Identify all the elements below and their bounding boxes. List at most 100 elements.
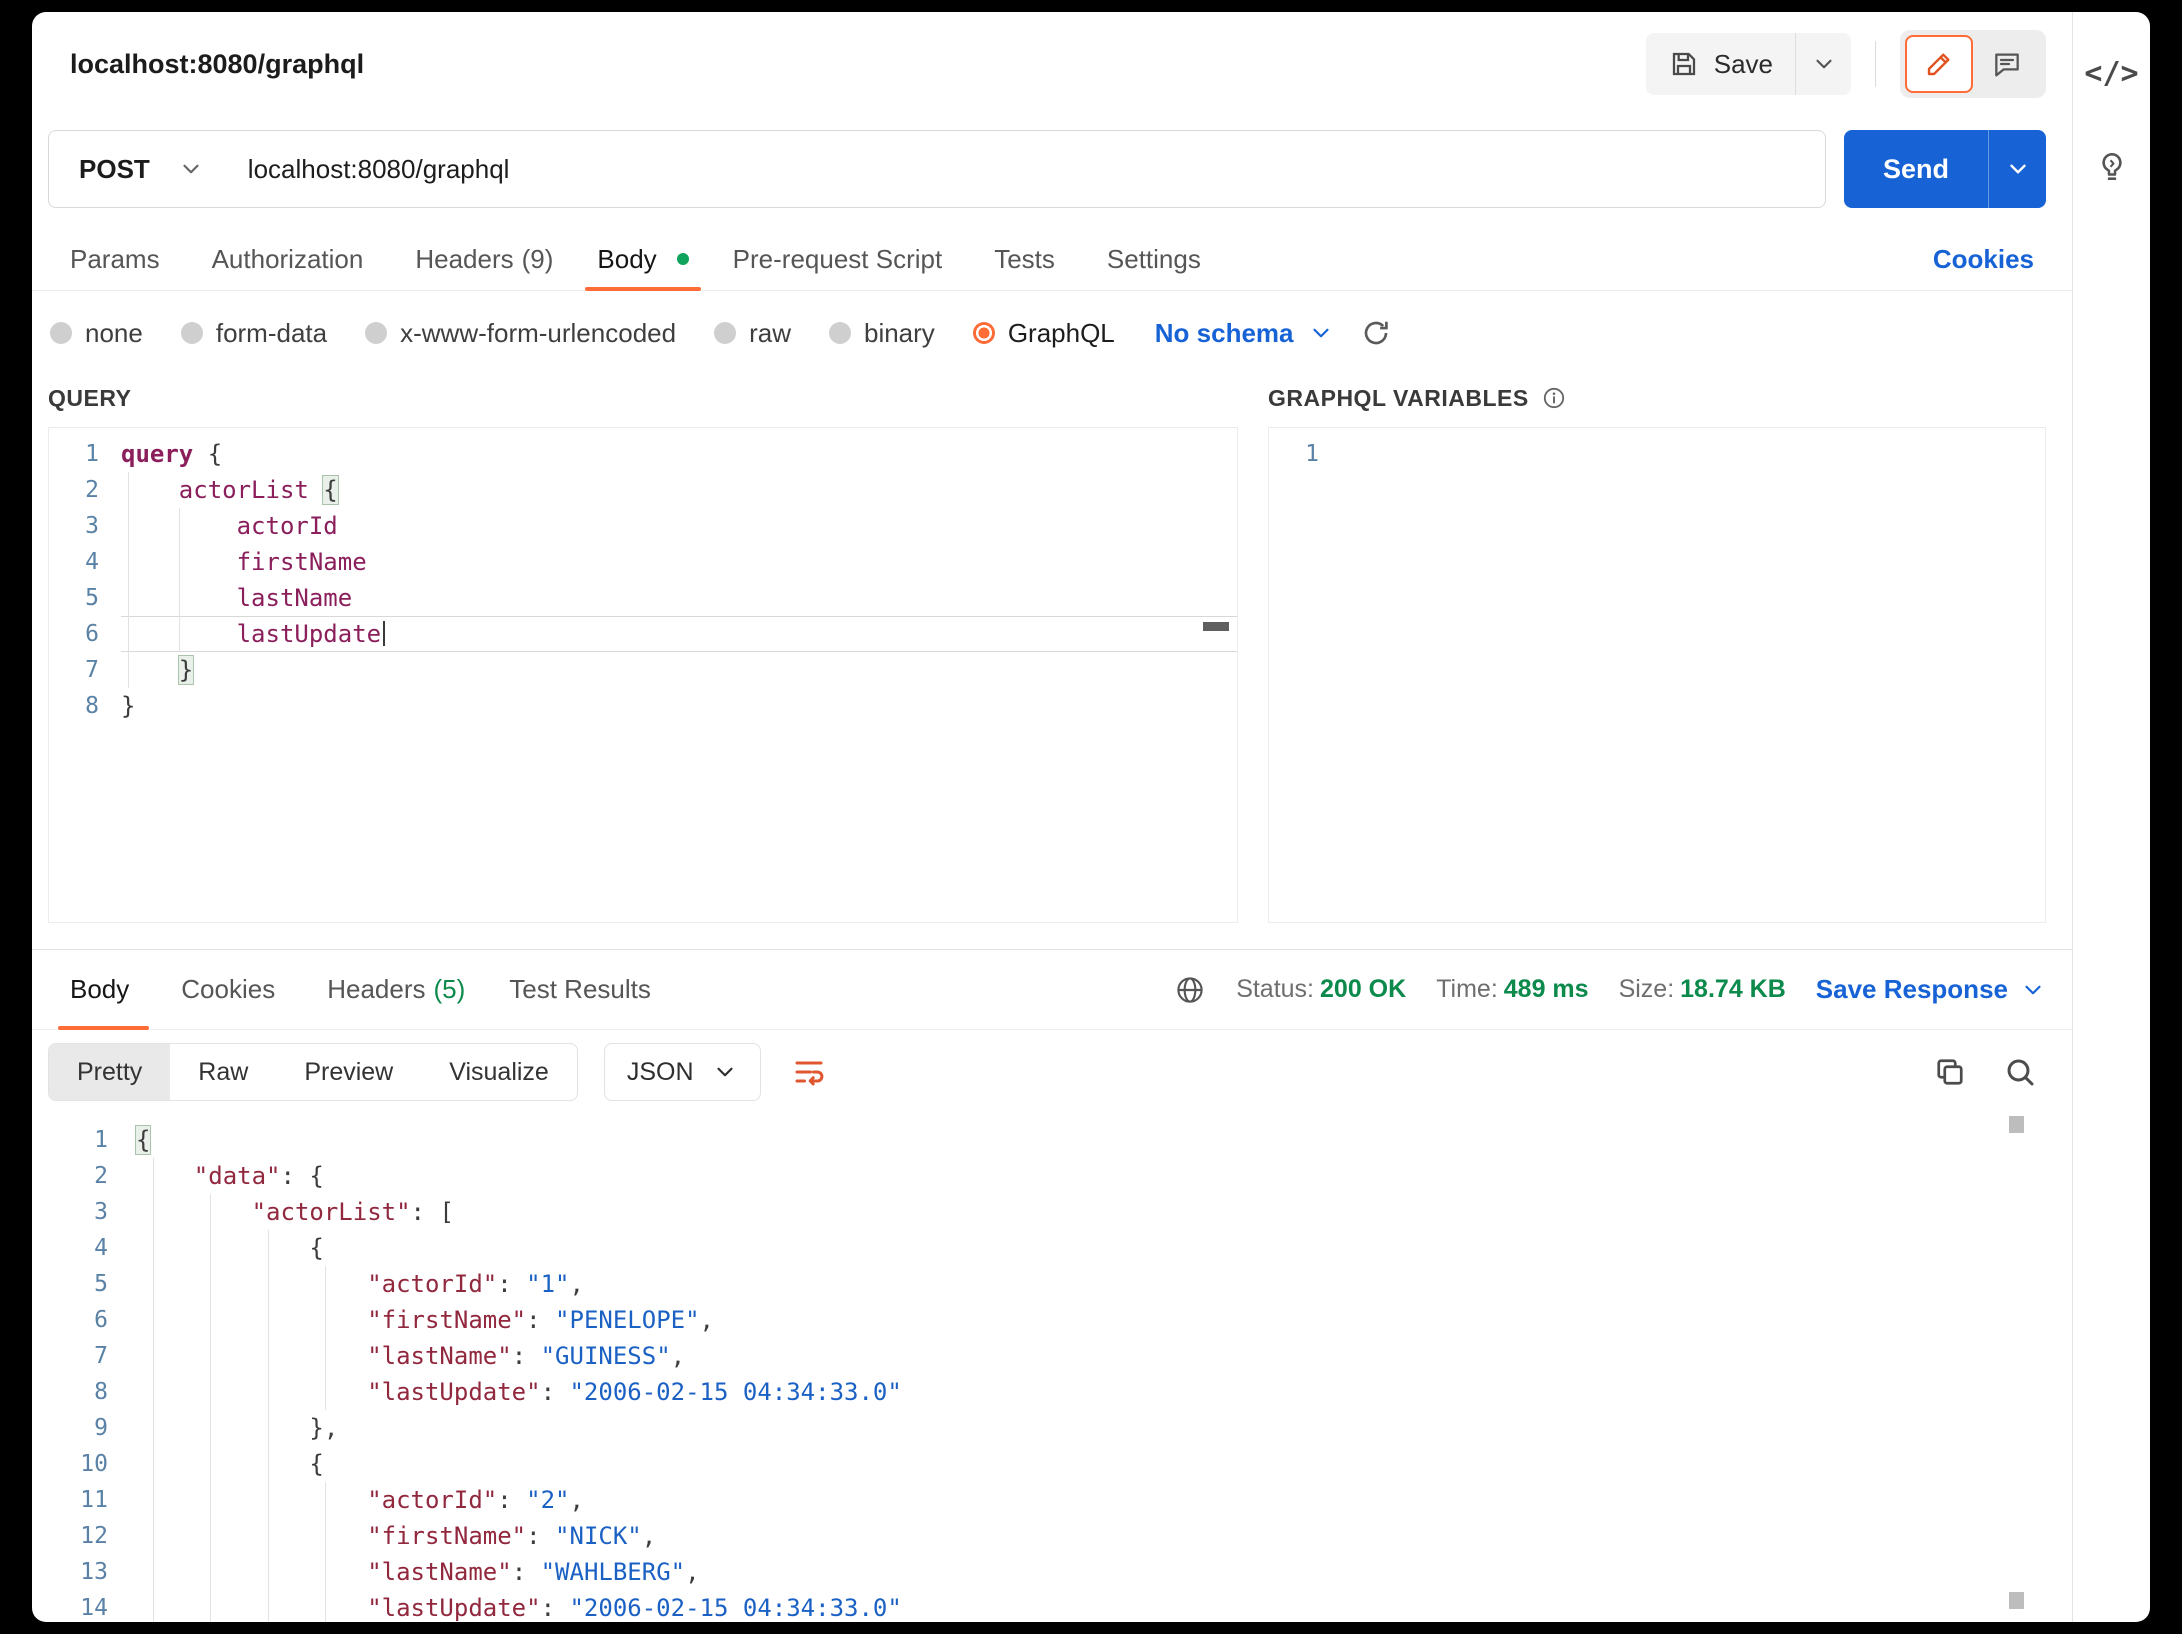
save-options-button[interactable] xyxy=(1795,33,1851,95)
response-body[interactable]: 1 { 2 "data": { 3 "actorList": [ xyxy=(32,1114,2072,1622)
format-select[interactable]: JSON xyxy=(604,1043,761,1101)
response-meta: Status:200 OK Time:489 ms Size:18.74 KB … xyxy=(1174,950,2046,1029)
line-number: 14 xyxy=(48,1590,136,1622)
line-number: 2 xyxy=(49,472,121,508)
line-number: 5 xyxy=(48,1266,136,1302)
view-mode-button[interactable]: Preview xyxy=(276,1044,421,1100)
body-type-radio[interactable]: binary xyxy=(829,318,935,349)
body-type-radio[interactable]: GraphQL xyxy=(973,318,1115,349)
code-line: 1 { xyxy=(48,1122,2072,1158)
code-text: "actorId": "2", xyxy=(136,1482,2072,1518)
indent-guide xyxy=(210,1194,211,1622)
code-line: 2 actorList { xyxy=(49,472,1237,508)
view-mode-button[interactable]: Raw xyxy=(170,1044,276,1100)
edit-request-button[interactable] xyxy=(1905,35,1973,93)
indent-guide xyxy=(268,1230,269,1622)
view-mode-button[interactable]: Visualize xyxy=(421,1044,577,1100)
body-type-radio[interactable]: raw xyxy=(714,318,791,349)
radio-label: form-data xyxy=(216,318,327,349)
info-icon xyxy=(1541,385,1567,411)
request-title: localhost:8080/graphql xyxy=(70,49,364,80)
indent-guide xyxy=(179,508,180,652)
code-snippet-button[interactable]: </> xyxy=(2084,56,2138,91)
request-tab[interactable]: Authorization xyxy=(190,228,394,290)
code-line: 6 "firstName": "PENELOPE", xyxy=(48,1302,2072,1338)
code-text: firstName xyxy=(121,544,1237,580)
code-text: "data": { xyxy=(136,1158,2072,1194)
code-text: actorList { xyxy=(121,472,1237,508)
comments-button[interactable] xyxy=(1973,35,2041,93)
cookies-link[interactable]: Cookies xyxy=(1925,244,2042,275)
response-tab[interactable]: Test Results xyxy=(487,950,681,1029)
line-number: 4 xyxy=(48,1230,136,1266)
status-badge: Status:200 OK xyxy=(1236,975,1406,1004)
code-line: 14 "lastUpdate": "2006-02-15 04:34:33.0" xyxy=(48,1590,2072,1622)
radio-icon xyxy=(181,322,203,344)
body-type-radio[interactable]: form-data xyxy=(181,318,327,349)
request-tab[interactable]: Body xyxy=(575,228,710,290)
divider xyxy=(1875,41,1876,87)
request-tab[interactable]: Tests xyxy=(972,228,1085,290)
variables-editor[interactable]: 1 xyxy=(1268,427,2046,923)
scrollbar-thumb[interactable] xyxy=(2009,1116,2024,1133)
line-number: 1 xyxy=(1269,436,1341,472)
refresh-schema-button[interactable] xyxy=(1360,317,1392,349)
body-type-row: none form-data x-www-form-urlencoded xyxy=(32,291,2072,361)
desktop: { "window": { "title": "localhost:8080/g… xyxy=(0,0,2182,1634)
wrap-lines-button[interactable] xyxy=(787,1050,831,1094)
tab-label: Params xyxy=(70,244,160,275)
tab-count: (5) xyxy=(433,974,465,1005)
radio-icon xyxy=(714,322,736,344)
method-select[interactable]: POST xyxy=(49,131,230,207)
line-number: 2 xyxy=(48,1158,136,1194)
response-tab[interactable]: Cookies xyxy=(159,950,305,1029)
send-button[interactable]: Send xyxy=(1844,130,1988,208)
code-text: "actorList": [ xyxy=(136,1194,2072,1230)
url-input[interactable] xyxy=(230,131,1825,207)
schema-select[interactable]: No schema xyxy=(1155,318,1334,349)
chevron-down-icon xyxy=(2005,156,2031,182)
code-text: { xyxy=(136,1122,2072,1158)
chevron-down-icon xyxy=(712,1059,738,1085)
body-type-radio[interactable]: x-www-form-urlencoded xyxy=(365,318,676,349)
request-bar: POST Send xyxy=(32,116,2072,208)
code-text: "lastUpdate": "2006-02-15 04:34:33.0" xyxy=(136,1590,2072,1622)
format-label: JSON xyxy=(627,1058,694,1087)
code-text: "firstName": "NICK", xyxy=(136,1518,2072,1554)
line-number: 3 xyxy=(49,508,121,544)
body-type-radio[interactable]: none xyxy=(50,318,143,349)
send-options-button[interactable] xyxy=(1988,130,2046,208)
right-sidebar: </> xyxy=(2072,12,2150,1622)
scrollbar-thumb[interactable] xyxy=(2009,1592,2024,1609)
request-tab[interactable]: Settings xyxy=(1085,228,1231,290)
request-tab[interactable]: Headers(9) xyxy=(393,228,575,290)
code-line: 5 "actorId": "1", xyxy=(48,1266,2072,1302)
line-number: 3 xyxy=(48,1194,136,1230)
tab-label: Body xyxy=(70,974,129,1005)
view-mode-button[interactable]: Pretty xyxy=(49,1044,170,1100)
code-line: 12 "firstName": "NICK", xyxy=(48,1518,2072,1554)
schema-label: No schema xyxy=(1155,318,1294,349)
code-line: 4 firstName xyxy=(49,544,1237,580)
response-tabs-list: Body Cookies Headers (5) Test Results xyxy=(48,950,681,1029)
response-tab[interactable]: Headers (5) xyxy=(305,950,487,1029)
save-button[interactable]: Save xyxy=(1646,33,1795,95)
graphql-editors: QUERY 1 query { 2 xyxy=(32,361,2072,923)
request-tabs: Params Authorization Headers(9) Body xyxy=(32,208,2072,291)
line-number: 6 xyxy=(48,1302,136,1338)
line-number: 1 xyxy=(48,1122,136,1158)
tab-label: Headers xyxy=(327,974,425,1005)
code-line: 8 } xyxy=(49,688,1237,724)
save-response-button[interactable]: Save Response xyxy=(1816,974,2046,1005)
hints-button[interactable] xyxy=(2094,149,2130,185)
code-line: 1 xyxy=(1269,436,2045,472)
code-line: 7 } xyxy=(49,652,1237,688)
query-editor[interactable]: 1 query { 2 actorList { 3 xyxy=(48,427,1238,923)
copy-button[interactable] xyxy=(1928,1050,1972,1094)
response-tab[interactable]: Body xyxy=(48,950,159,1029)
request-tab[interactable]: Pre-request Script xyxy=(711,228,973,290)
code-line: 3 actorId xyxy=(49,508,1237,544)
line-number: 12 xyxy=(48,1518,136,1554)
search-button[interactable] xyxy=(1998,1050,2042,1094)
request-tab[interactable]: Params xyxy=(48,228,190,290)
